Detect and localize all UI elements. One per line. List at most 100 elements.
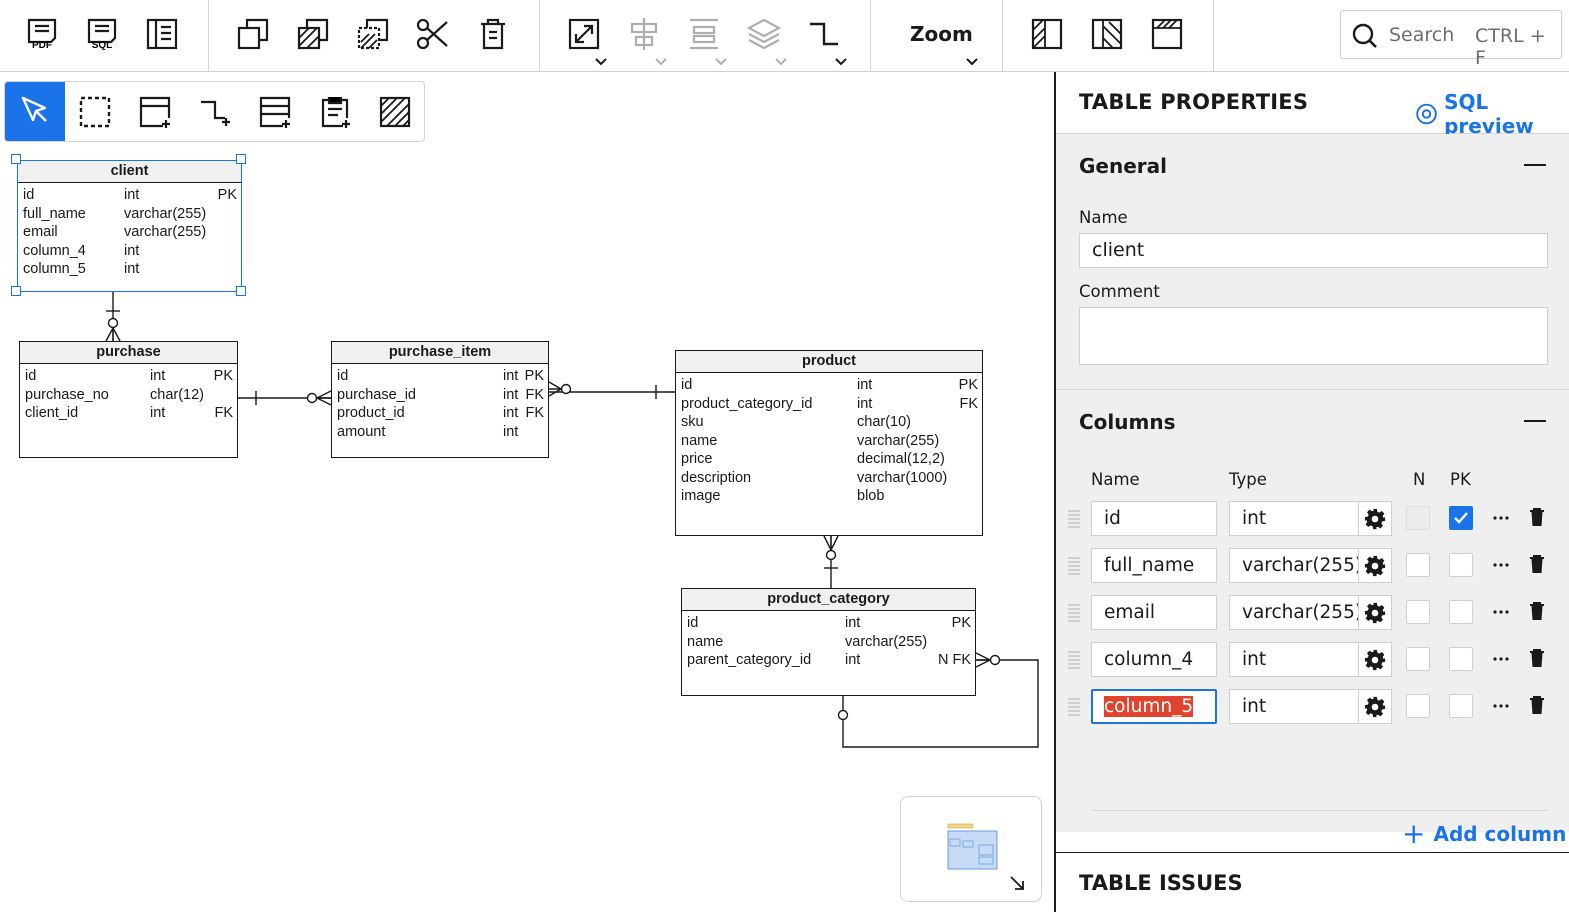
table-column-row[interactable]: id int PK	[18, 186, 241, 205]
fit-to-screen-button[interactable]	[562, 12, 606, 56]
nullable-checkbox[interactable]	[1406, 553, 1430, 577]
drag-handle-icon[interactable]	[1067, 509, 1081, 529]
resize-handle-bottom-left[interactable]	[11, 286, 21, 296]
column-settings-button[interactable]	[1358, 595, 1392, 630]
comment-textarea[interactable]	[1079, 307, 1548, 365]
paste-button[interactable]	[351, 12, 395, 56]
expand-arrow-icon[interactable]	[1010, 876, 1024, 890]
cut-button[interactable]	[411, 12, 455, 56]
duplicate-button[interactable]	[291, 12, 335, 56]
search-box[interactable]: Search CTRL + F	[1340, 10, 1562, 69]
table-product[interactable]: product id int PK product_category_id int FK s…	[675, 350, 983, 536]
drag-handle-icon[interactable]	[1067, 556, 1081, 576]
diagonal-view-button[interactable]	[1085, 12, 1129, 56]
table-purchase-item[interactable]: purchase_item id int PK purchase_id int FK pro…	[331, 341, 549, 458]
align-button[interactable]	[622, 12, 666, 56]
table-column-row[interactable]: name varchar(255)	[682, 633, 975, 652]
add-relation-tool-button[interactable]	[185, 82, 245, 141]
add-note-tool-button[interactable]	[305, 82, 365, 141]
resize-handle-top-right[interactable]	[236, 154, 246, 164]
column-name-input[interactable]: full_name	[1091, 548, 1217, 583]
resize-handle-top-left[interactable]	[11, 154, 21, 164]
relation-purchaseitem-product[interactable]	[548, 381, 675, 399]
layers-dropdown-chevron[interactable]	[774, 54, 788, 66]
layers-button[interactable]	[742, 12, 786, 56]
trash-icon[interactable]	[1528, 506, 1546, 528]
primary-key-checkbox[interactable]	[1449, 694, 1473, 718]
connector-dropdown-chevron[interactable]	[834, 54, 848, 66]
export-pdf-button[interactable]: PDF	[20, 12, 64, 56]
drag-handle-icon[interactable]	[1067, 650, 1081, 670]
add-table-tool-button[interactable]	[125, 82, 185, 141]
primary-key-checkbox[interactable]	[1449, 506, 1473, 530]
column-name-input[interactable]: column_5	[1091, 689, 1217, 724]
table-column-row[interactable]: name varchar(255)	[676, 432, 982, 451]
primary-key-checkbox[interactable]	[1449, 600, 1473, 624]
table-column-row[interactable]: parent_category_id int N FK	[682, 651, 975, 670]
layout-panel-button[interactable]	[140, 12, 184, 56]
table-column-row[interactable]: id int PK	[682, 614, 975, 633]
table-column-row[interactable]: image blob	[676, 487, 982, 506]
general-collapse-button[interactable]	[1524, 164, 1546, 166]
add-area-tool-button[interactable]	[365, 82, 425, 141]
export-sql-button[interactable]: SQL	[80, 12, 124, 56]
table-purchase[interactable]: purchase id int PK purchase_no char(12) clien…	[19, 341, 238, 458]
column-name-input[interactable]: id	[1091, 501, 1217, 536]
more-options-icon[interactable]	[1492, 694, 1510, 716]
relation-client-purchase[interactable]	[105, 292, 121, 342]
columns-collapse-button[interactable]	[1524, 420, 1546, 422]
marquee-select-tool-button[interactable]	[65, 82, 125, 141]
table-column-row[interactable]: purchase_no char(12)	[20, 386, 237, 405]
header-view-button[interactable]	[1145, 12, 1189, 56]
relation-product-productcategory[interactable]	[823, 535, 839, 588]
drag-handle-icon[interactable]	[1067, 697, 1081, 717]
zoom-button[interactable]: Zoom	[910, 22, 973, 46]
distribute-dropdown-chevron[interactable]	[714, 54, 728, 66]
nullable-checkbox[interactable]	[1406, 694, 1430, 718]
column-settings-button[interactable]	[1358, 501, 1392, 536]
nullable-checkbox[interactable]	[1406, 506, 1430, 530]
zoom-dropdown-chevron[interactable]	[965, 54, 979, 66]
trash-icon[interactable]	[1528, 600, 1546, 622]
pattern-view-button[interactable]	[1025, 12, 1069, 56]
trash-icon[interactable]	[1528, 647, 1546, 669]
more-options-icon[interactable]	[1492, 600, 1510, 622]
distribute-button[interactable]	[682, 12, 726, 56]
delete-button[interactable]	[471, 12, 515, 56]
relation-purchase-purchaseitem[interactable]	[238, 390, 332, 406]
trash-icon[interactable]	[1528, 553, 1546, 575]
column-name-input[interactable]: email	[1091, 595, 1217, 630]
column-settings-button[interactable]	[1358, 689, 1392, 724]
add-column-button[interactable]: + Add column	[1402, 820, 1566, 848]
column-name-input[interactable]: column_4	[1091, 642, 1217, 677]
connector-style-button[interactable]	[802, 12, 846, 56]
table-column-row[interactable]: column_5 int	[18, 260, 241, 279]
more-options-icon[interactable]	[1492, 553, 1510, 575]
more-options-icon[interactable]	[1492, 647, 1510, 669]
table-name-input[interactable]: client	[1079, 233, 1548, 268]
diagram-canvas[interactable]: client id int PK full_name varchar(255) email…	[0, 72, 1054, 912]
table-column-row[interactable]: client_id int FK	[20, 404, 237, 423]
nullable-checkbox[interactable]	[1406, 647, 1430, 671]
table-column-row[interactable]: product_id int FK	[332, 404, 548, 423]
fit-dropdown-chevron[interactable]	[594, 54, 608, 66]
nullable-checkbox[interactable]	[1406, 600, 1430, 624]
table-column-row[interactable]: purchase_id int FK	[332, 386, 548, 405]
table-column-row[interactable]: amount int	[332, 423, 548, 442]
table-client[interactable]: client id int PK full_name varchar(255) email…	[17, 160, 242, 292]
table-column-row[interactable]: price decimal(12,2)	[676, 450, 982, 469]
select-tool-button[interactable]	[5, 82, 65, 141]
align-dropdown-chevron[interactable]	[654, 54, 668, 66]
column-settings-button[interactable]	[1358, 548, 1392, 583]
copy-button[interactable]	[231, 12, 275, 56]
table-column-row[interactable]: column_4 int	[18, 242, 241, 261]
primary-key-checkbox[interactable]	[1449, 647, 1473, 671]
table-product-category[interactable]: product_category id int PK name varchar(255)…	[681, 588, 976, 696]
add-columns-tool-button[interactable]	[245, 82, 305, 141]
table-column-row[interactable]: id int PK	[676, 376, 982, 395]
column-settings-button[interactable]	[1358, 642, 1392, 677]
sql-preview-button[interactable]: SQL preview	[1415, 90, 1569, 138]
table-column-row[interactable]: product_category_id int FK	[676, 395, 982, 414]
primary-key-checkbox[interactable]	[1449, 553, 1473, 577]
more-options-icon[interactable]	[1492, 506, 1510, 528]
